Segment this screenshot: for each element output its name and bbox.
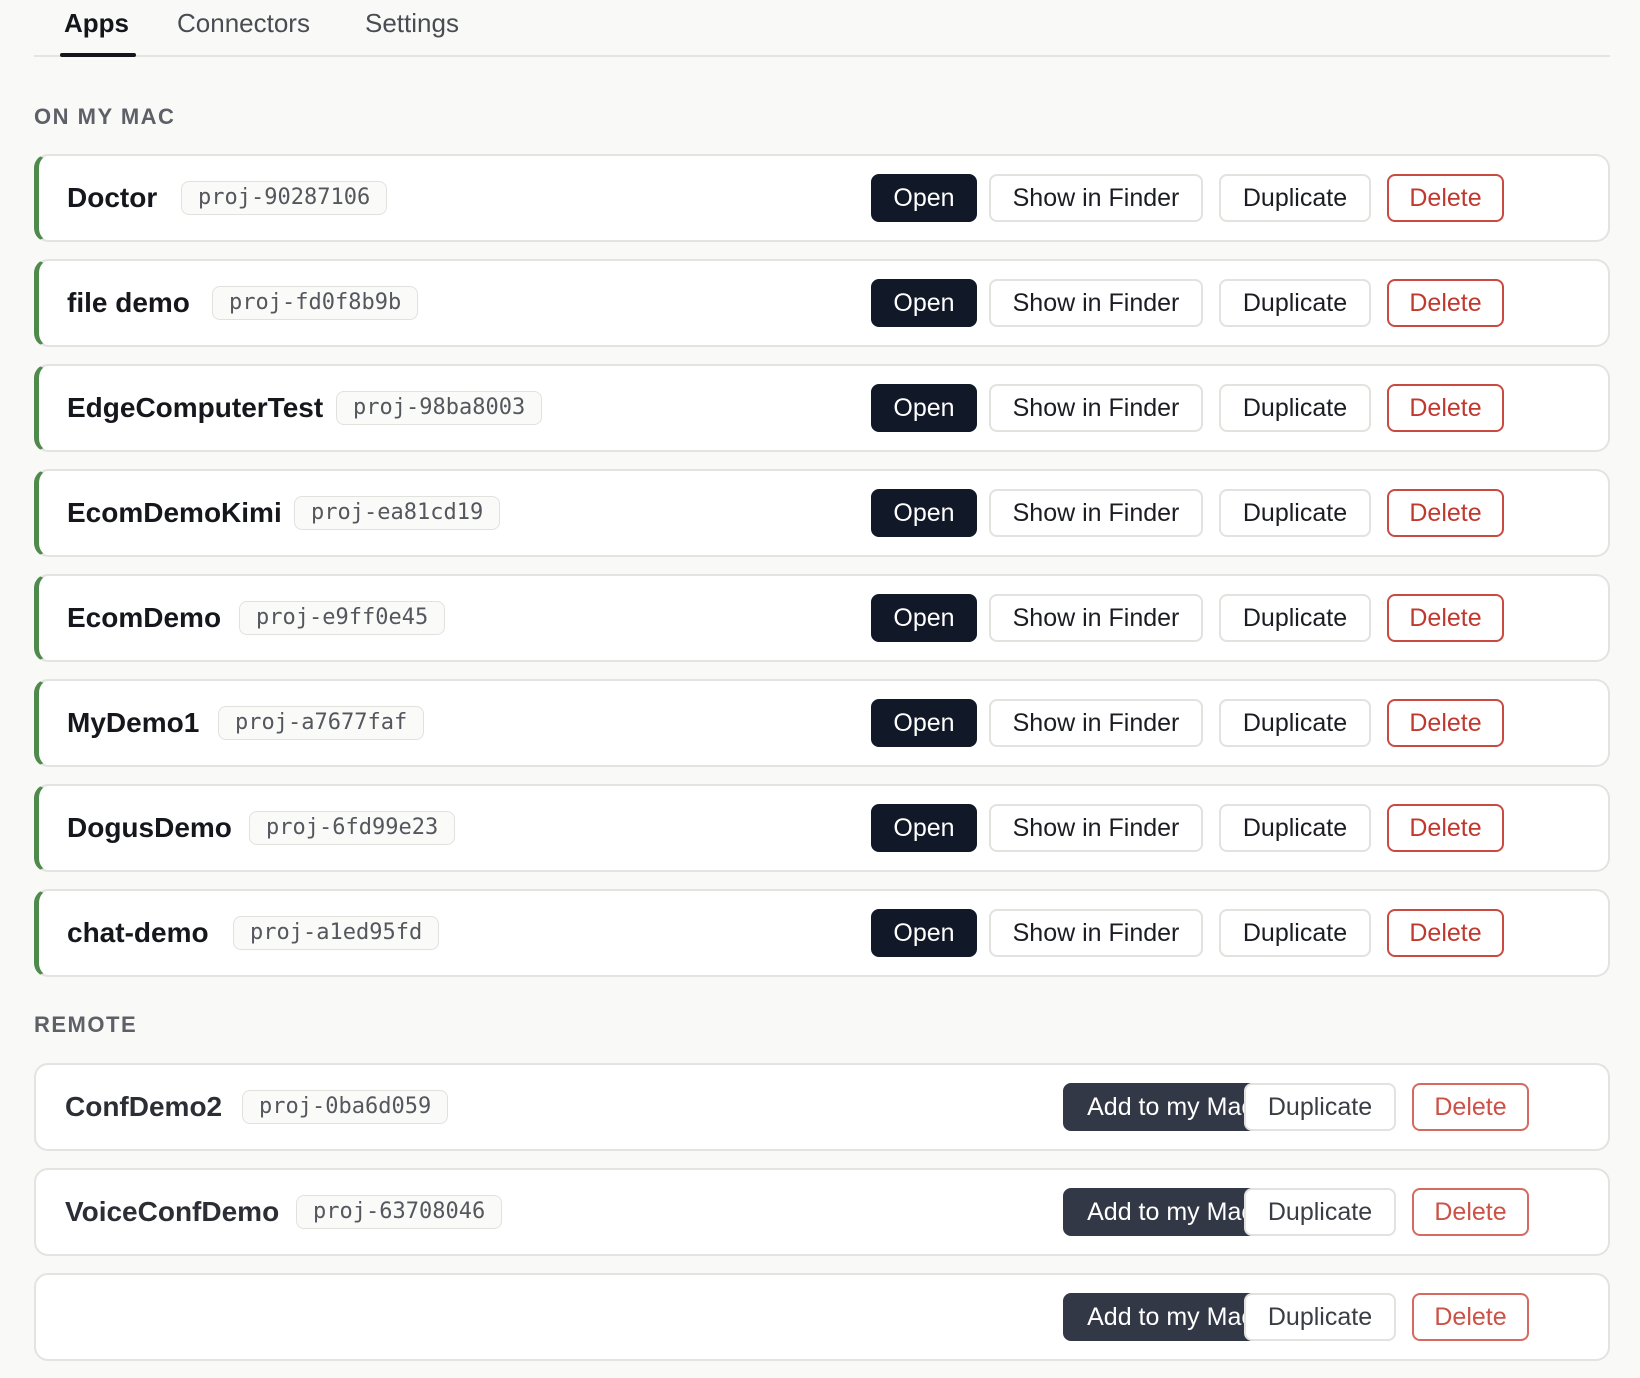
project-id-badge: proj-6fd99e23 <box>249 811 456 845</box>
show-in-finder-button[interactable]: Show in Finder <box>989 594 1203 642</box>
show-in-finder-button[interactable]: Show in Finder <box>989 279 1203 327</box>
app-row: MyDemo1 proj-a7677faf Open Show in Finder Du… <box>34 679 1610 767</box>
app-name: MyDemo1 <box>67 707 200 738</box>
show-in-finder-button[interactable]: Show in Finder <box>989 489 1203 537</box>
show-in-finder-button[interactable]: Show in Finder <box>989 174 1203 222</box>
show-in-finder-button[interactable]: Show in Finder <box>989 384 1203 432</box>
duplicate-button[interactable]: Duplicate <box>1219 174 1371 222</box>
app-row: EcomDemoKimi proj-ea81cd19 Open Show in Fin… <box>34 469 1610 557</box>
app-row: EcomDemo proj-e9ff0e45 Open Show in Finder D… <box>34 574 1610 662</box>
open-button[interactable]: Open <box>871 594 977 642</box>
app-name: EdgeComputerTest <box>67 392 324 423</box>
delete-button[interactable]: Delete <box>1387 174 1504 222</box>
app-row: file demo proj-fd0f8b9b Open Show in Finder… <box>34 259 1610 347</box>
delete-button[interactable]: Delete <box>1387 804 1504 852</box>
project-id-badge: proj-a7677faf <box>218 706 425 740</box>
app-name: VoiceConfDemo <box>65 1196 280 1227</box>
duplicate-button[interactable]: Duplicate <box>1244 1293 1396 1341</box>
app-row: Doctor proj-90287106 Open Show in Finder Dup… <box>34 154 1610 242</box>
project-id-badge: proj-63708046 <box>296 1195 503 1229</box>
app-name: ConfDemo2 <box>65 1091 223 1122</box>
project-id-badge: proj-e9ff0e45 <box>239 601 446 635</box>
remote-apps-list: ConfDemo2 proj-0ba6d059 Add to my Mac Dupli… <box>34 1063 1610 1378</box>
delete-button[interactable]: Delete <box>1387 489 1504 537</box>
tab-settings[interactable]: Settings <box>365 6 459 40</box>
duplicate-button[interactable]: Duplicate <box>1219 489 1371 537</box>
duplicate-button[interactable]: Duplicate <box>1219 594 1371 642</box>
tab-apps[interactable]: Apps <box>64 6 129 40</box>
duplicate-button[interactable]: Duplicate <box>1244 1188 1396 1236</box>
app-row: Add to my Mac Duplicate Delete <box>34 1273 1610 1361</box>
open-button[interactable]: Open <box>871 279 977 327</box>
tab-connectors[interactable]: Connectors <box>177 6 310 40</box>
app-name: DogusDemo <box>67 812 232 843</box>
app-name: EcomDemo <box>67 602 222 633</box>
duplicate-button[interactable]: Duplicate <box>1219 699 1371 747</box>
project-id-badge: proj-90287106 <box>181 181 388 215</box>
project-id-badge: proj-0ba6d059 <box>242 1090 449 1124</box>
project-id-badge: proj-fd0f8b9b <box>212 286 419 320</box>
local-apps-list: Doctor proj-90287106 Open Show in Finder Dup… <box>34 154 1610 994</box>
duplicate-button[interactable]: Duplicate <box>1244 1083 1396 1131</box>
project-id-badge: proj-a1ed95fd <box>233 916 440 950</box>
show-in-finder-button[interactable]: Show in Finder <box>989 804 1203 852</box>
project-id-badge: proj-98ba8003 <box>336 391 543 425</box>
project-id-badge: proj-ea81cd19 <box>294 496 501 530</box>
app-row: EdgeComputerTest proj-98ba8003 Open Show in… <box>34 364 1610 452</box>
duplicate-button[interactable]: Duplicate <box>1219 279 1371 327</box>
open-button[interactable]: Open <box>871 699 977 747</box>
active-tab-indicator <box>60 53 136 57</box>
delete-button[interactable]: Delete <box>1387 909 1504 957</box>
tab-bar: Apps Connectors Settings <box>34 0 1610 57</box>
open-button[interactable]: Open <box>871 384 977 432</box>
app-name: Doctor <box>67 182 158 213</box>
section-title-on-my-mac: ON MY MAC <box>34 104 176 129</box>
show-in-finder-button[interactable]: Show in Finder <box>989 909 1203 957</box>
open-button[interactable]: Open <box>871 174 977 222</box>
duplicate-button[interactable]: Duplicate <box>1219 804 1371 852</box>
duplicate-button[interactable]: Duplicate <box>1219 384 1371 432</box>
duplicate-button[interactable]: Duplicate <box>1219 909 1371 957</box>
delete-button[interactable]: Delete <box>1387 384 1504 432</box>
delete-button[interactable]: Delete <box>1412 1293 1529 1341</box>
open-button[interactable]: Open <box>871 909 977 957</box>
delete-button[interactable]: Delete <box>1412 1188 1529 1236</box>
open-button[interactable]: Open <box>871 804 977 852</box>
delete-button[interactable]: Delete <box>1387 279 1504 327</box>
delete-button[interactable]: Delete <box>1387 594 1504 642</box>
delete-button[interactable]: Delete <box>1387 699 1504 747</box>
section-title-remote: REMOTE <box>34 1012 138 1037</box>
delete-button[interactable]: Delete <box>1412 1083 1529 1131</box>
app-row: DogusDemo proj-6fd99e23 Open Show in Finder… <box>34 784 1610 872</box>
show-in-finder-button[interactable]: Show in Finder <box>989 699 1203 747</box>
open-button[interactable]: Open <box>871 489 977 537</box>
app-row: chat-demo proj-a1ed95fd Open Show in Finder… <box>34 889 1610 977</box>
app-row: VoiceConfDemo proj-63708046 Add to my Mac D… <box>34 1168 1610 1256</box>
app-name: file demo <box>67 287 190 318</box>
app-row: ConfDemo2 proj-0ba6d059 Add to my Mac Dupli… <box>34 1063 1610 1151</box>
app-name: chat-demo <box>67 917 209 948</box>
app-name: EcomDemoKimi <box>67 497 282 528</box>
